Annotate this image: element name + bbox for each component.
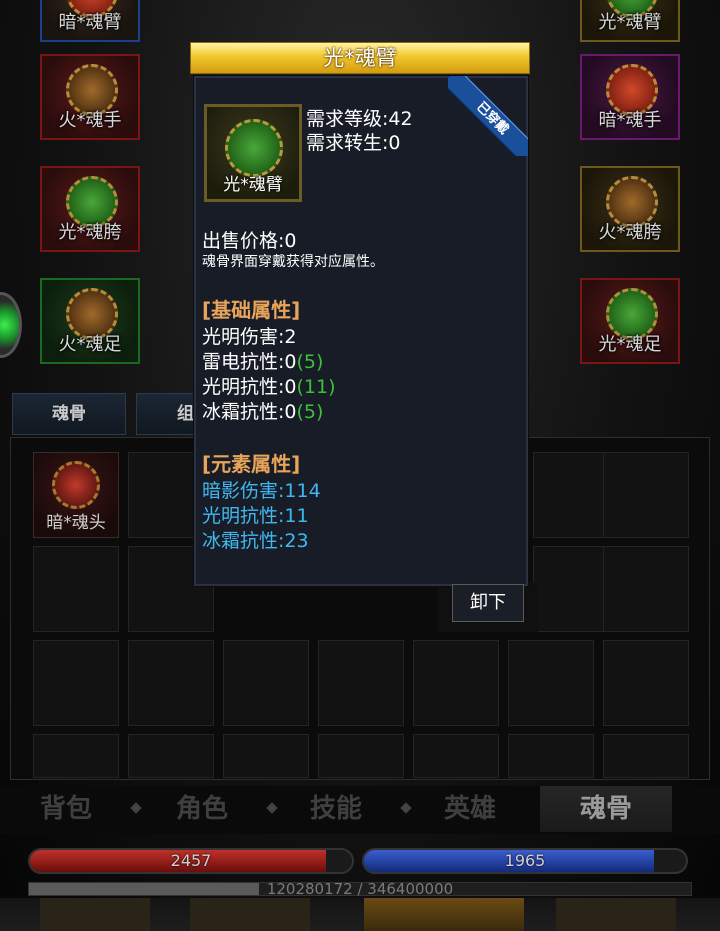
slot-label: 光*魂胯 [58,222,122,243]
bag-slot-item[interactable]: 暗*魂头 [33,452,119,538]
base-attr-row: 冰霜抗性:0(5) [202,397,323,424]
bag-slot[interactable] [318,734,404,778]
bag-slot[interactable] [603,452,689,538]
element-attr: 光明抗性:11 [202,505,309,527]
bottom-nav: 背包 角色 技能 英雄 魂骨 [0,786,720,834]
required-rebirth: 需求转生:0 [306,132,401,154]
soul-bone-icon [225,119,283,177]
slot-label: 火*魂手 [58,110,122,131]
popup-title: 光*魂臂 [190,42,530,74]
base-attr-text: 雷电抗性:0 [202,351,297,373]
slot-left-hip[interactable]: 光*魂胯 [40,166,140,252]
bag-slot[interactable] [33,640,119,726]
bag-slot[interactable] [413,734,499,778]
nav-separator [130,802,142,814]
nav-soul-bone[interactable]: 魂骨 [540,786,672,832]
slot-label: 火*魂胯 [598,222,662,243]
bag-slot[interactable] [508,640,594,726]
hp-bar: 2457 [28,848,354,874]
slot-label: 火*魂足 [58,334,122,355]
bag-slot[interactable] [128,640,214,726]
action-button[interactable] [364,898,524,931]
required-level: 需求等级:42 [306,108,413,130]
exp-value: 120280172 / 346400000 [266,880,454,898]
nav-character[interactable]: 角色 [142,786,262,832]
bag-slot[interactable] [128,734,214,778]
action-button[interactable] [190,898,310,931]
bag-slot[interactable] [603,734,689,778]
tab-soul-bone[interactable]: 魂骨 [12,393,126,435]
mp-value: 1965 [504,851,546,870]
slot-left-hand[interactable]: 火*魂手 [40,54,140,140]
slot-right-hip[interactable]: 火*魂胯 [580,166,680,252]
bag-slot[interactable] [603,640,689,726]
base-attributes-header: [基础属性] [202,298,301,322]
slot-right-arm[interactable]: 光*魂臂 [580,0,680,42]
element-attr: 暗影伤害:114 [202,480,321,502]
bag-slot[interactable] [413,640,499,726]
bag-slot[interactable] [318,640,404,726]
base-attr-text: 冰霜抗性:0 [202,401,297,423]
nav-bag[interactable]: 背包 [6,786,126,832]
bag-slot[interactable] [33,734,119,778]
base-attr-row: 光明伤害:2 [202,322,297,349]
base-attr-bonus: (5) [296,401,324,423]
action-button[interactable] [556,898,676,931]
bag-slot[interactable] [603,546,689,632]
nav-skills[interactable]: 技能 [276,786,396,832]
equipped-ribbon: 已穿戴 [448,76,528,156]
base-attr-bonus: (11) [296,376,336,398]
bag-slot[interactable] [223,734,309,778]
slot-right-hand[interactable]: 暗*魂手 [580,54,680,140]
unequip-button[interactable]: 卸下 [452,584,524,622]
bag-slot[interactable] [33,546,119,632]
mp-bar: 1965 [362,848,688,874]
hp-value: 2457 [170,851,212,870]
action-button[interactable] [40,898,150,931]
item-tooltip-panel: 光*魂臂 需求等级:42 需求转生:0 已穿戴 出售价格:0 魂骨界面穿戴获得对… [194,76,528,586]
floating-green-orb-button[interactable] [0,292,22,358]
nav-hero[interactable]: 英雄 [410,786,530,832]
slot-label: 暗*魂手 [598,110,662,131]
base-attr-text: 光明抗性:0 [202,376,297,398]
exp-bar: 120280172 / 346400000 [28,880,692,898]
sell-price: 出售价格:0 [202,230,297,252]
action-bar [0,898,720,931]
base-attr-row: 雷电抗性:0(5) [202,347,323,374]
base-attr-text: 光明伤害:2 [202,326,297,348]
element-attr: 冰霜抗性:23 [202,530,309,552]
base-attr-bonus: (5) [296,351,324,373]
slot-label: 光*魂足 [598,334,662,355]
slot-label: 暗*魂臂 [58,12,122,33]
slot-right-foot[interactable]: 光*魂足 [580,278,680,364]
slot-left-foot[interactable]: 火*魂足 [40,278,140,364]
element-attributes-header: [元素属性] [202,452,301,476]
item-icon-label: 光*魂臂 [223,175,283,195]
bag-slot[interactable] [223,640,309,726]
slot-label: 光*魂臂 [598,12,662,33]
item-description: 魂骨界面穿戴获得对应属性。 [202,254,384,270]
skull-bone-icon [52,461,100,509]
game-screen: 暗*魂臂 火*魂手 光*魂胯 火*魂足 光*魂臂 暗*魂手 火*魂胯 光*魂足 … [0,0,720,931]
bag-slot[interactable] [508,734,594,778]
base-attr-row: 光明抗性:0(11) [202,372,336,399]
bag-item-label: 暗*魂头 [46,513,106,533]
item-icon-frame: 光*魂臂 [204,104,302,202]
slot-left-arm[interactable]: 暗*魂臂 [40,0,140,42]
equipped-label: 已穿戴 [448,76,528,156]
